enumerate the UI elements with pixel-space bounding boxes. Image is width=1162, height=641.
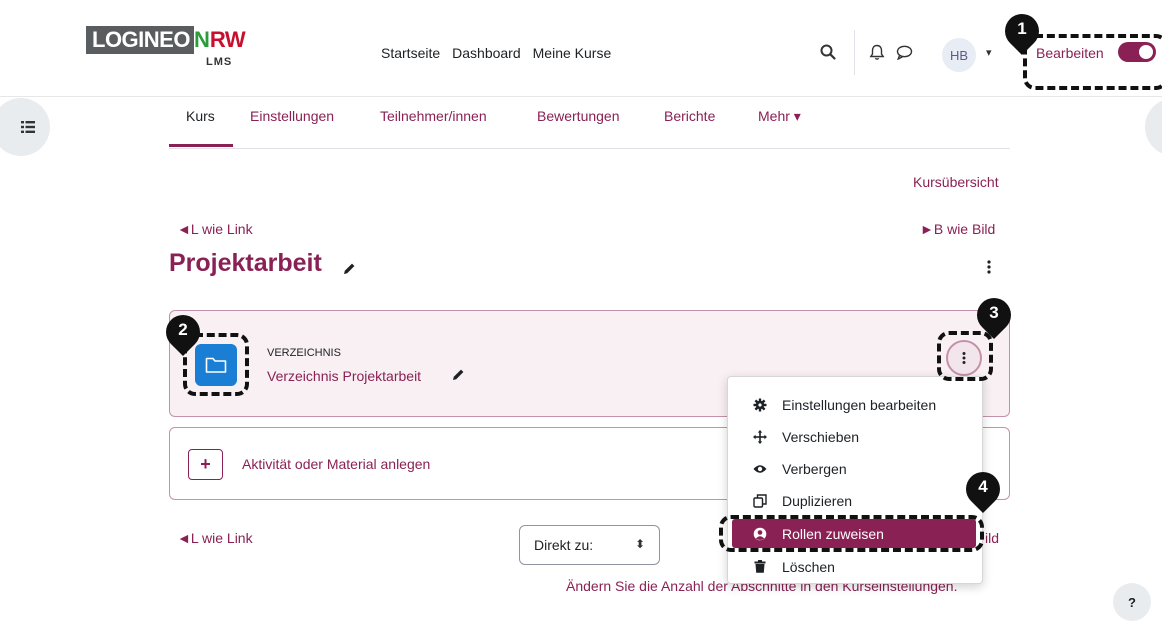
logo-text-n: N [193,27,210,52]
jump-to-label: Direkt zu: [534,537,594,553]
prev-section-link-bottom[interactable]: ◄L wie Link [177,530,253,546]
menu-item-label: Verbergen [782,460,847,477]
step-marker-4: 4 [958,464,1008,514]
menu-item-label: Löschen [782,558,835,575]
help-button[interactable]: ? [1113,583,1151,621]
section-menu-icon[interactable] [984,259,994,275]
logo-text-lms: LMS [206,56,233,68]
highlight-box-assign-roles [719,515,984,552]
eye-icon [753,462,767,476]
chat-icon[interactable] [896,45,913,65]
page: LOGINEO N RW LMS Startseite Dashboard Me… [0,0,1162,641]
block-drawer-button[interactable] [1145,98,1162,156]
menu-item-edit-settings[interactable]: Einstellungen bearbeiten [728,390,984,419]
top-navbar: LOGINEO N RW LMS Startseite Dashboard Me… [0,0,1162,97]
nav-divider [854,30,855,75]
menu-item-duplicate[interactable]: Duplizieren [728,486,984,515]
tab-mehr[interactable]: Mehr ▾ [758,108,801,125]
add-activity-label[interactable]: Aktivität oder Material anlegen [242,456,430,472]
activity-type-label: VERZEICHNIS [267,347,341,359]
tab-kurs[interactable]: Kurs [186,108,215,124]
pencil-icon[interactable] [343,262,356,280]
menu-item-move[interactable]: Verschieben [728,422,984,451]
menu-item-label: Verschieben [782,428,860,445]
trash-icon [753,560,767,574]
chevron-down-icon[interactable]: ▾ [986,46,992,59]
nav-startseite[interactable]: Startseite [381,45,440,61]
nav-meine-kurse[interactable]: Meine Kurse [533,45,612,61]
course-overview-link[interactable]: Kursübersicht [913,174,999,190]
move-icon [753,429,767,444]
menu-item-delete[interactable]: Löschen [728,552,984,581]
highlight-box-edit-toggle [1023,34,1162,90]
nav-dashboard[interactable]: Dashboard [452,45,521,61]
course-tabs: Kurs Einstellungen Teilnehmer/innen Bewe… [169,97,1010,149]
step-marker-1: 1 [997,6,1047,56]
activity-action-menu: Einstellungen bearbeiten Verschieben Ver… [727,376,983,584]
logo-text-logineo: LOGINEO [86,26,194,54]
menu-item-label: Einstellungen bearbeiten [782,396,937,413]
plus-icon[interactable]: + [188,449,223,480]
course-index-drawer-button[interactable] [0,98,50,156]
menu-item-label: Duplizieren [782,492,853,509]
copy-icon [753,493,767,508]
select-arrows-icon: ⬍ [634,537,645,551]
list-icon [21,121,35,133]
search-icon[interactable] [820,44,836,65]
logineo-logo[interactable]: LOGINEO N RW LMS [86,26,246,68]
section-title: Projektarbeit [169,249,322,277]
bell-icon[interactable] [869,44,885,66]
highlight-box-action-menu [937,331,993,381]
tab-bewertungen[interactable]: Bewertungen [537,108,620,124]
menu-item-hide[interactable]: Verbergen [728,454,984,483]
tab-teilnehmer[interactable]: Teilnehmer/innen [380,108,487,124]
primary-nav: Startseite Dashboard Meine Kurse [381,45,611,61]
jump-to-select[interactable]: Direkt zu: ⬍ [519,525,660,565]
pencil-icon[interactable] [452,368,465,386]
activity-name-link[interactable]: Verzeichnis Projektarbeit [267,368,421,384]
logo-text-rw: RW [209,27,246,52]
avatar[interactable]: HB [942,38,976,72]
step-marker-2: 2 [158,307,208,357]
gear-icon [753,398,767,412]
next-section-link-bottom[interactable]: ild [985,530,999,546]
prev-section-link[interactable]: ◄L wie Link [177,221,253,237]
tab-berichte[interactable]: Berichte [664,108,715,124]
step-marker-3: 3 [969,290,1019,340]
active-tab-indicator [169,144,233,147]
next-section-link[interactable]: ►B wie Bild [920,221,995,237]
tab-einstellungen[interactable]: Einstellungen [250,108,334,124]
